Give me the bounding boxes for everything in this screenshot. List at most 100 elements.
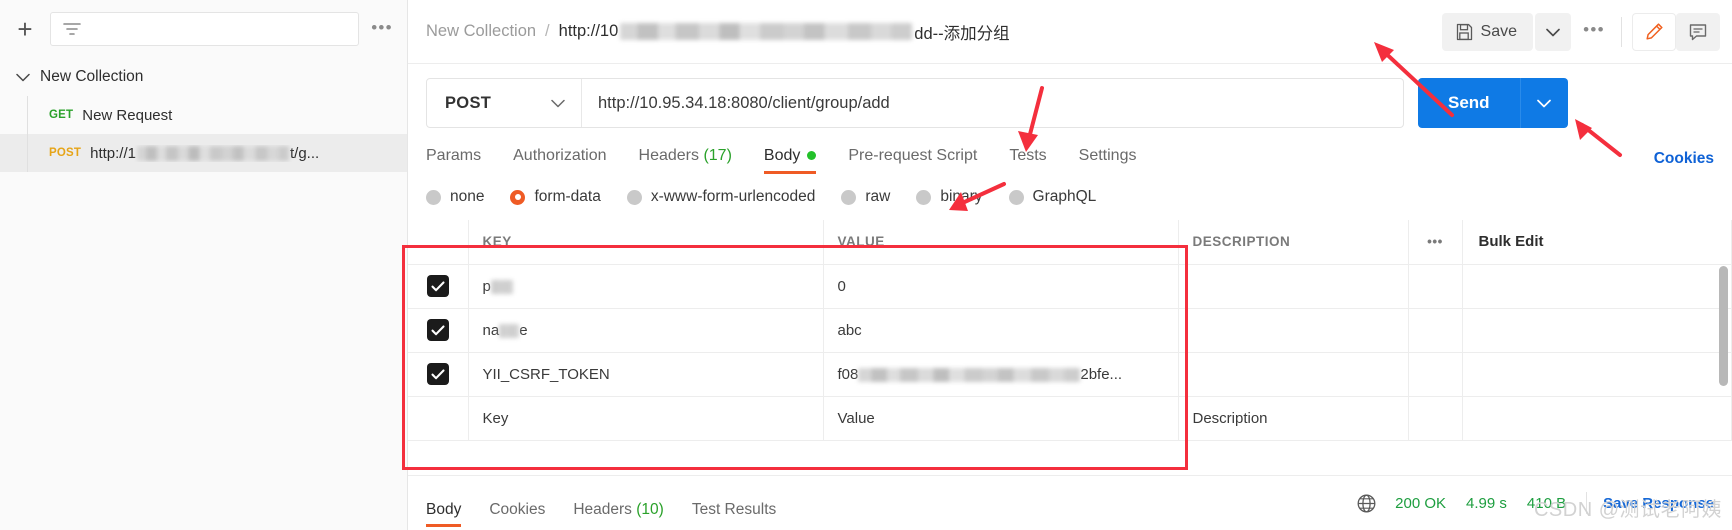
checkbox-checked-icon[interactable]: [426, 275, 449, 297]
row-value-cell[interactable]: f08 2bfe...: [823, 352, 1179, 397]
sidebar-request-label: http://1 t/g...: [90, 144, 320, 162]
chevron-down-icon: [551, 99, 565, 107]
row-options-cell: [1408, 308, 1463, 353]
row-spacer-cell: [1462, 352, 1732, 397]
save-button-label: Save: [1480, 23, 1517, 40]
tab-authorization[interactable]: Authorization: [497, 147, 622, 174]
row-spacer-cell: [1462, 264, 1732, 309]
cookies-link[interactable]: Cookies: [1654, 150, 1714, 168]
radio-form-data[interactable]: form-data: [510, 188, 601, 206]
main-panel: New Collection / http://10dd--添加分组 Save: [402, 0, 1732, 530]
save-button[interactable]: Save: [1441, 13, 1533, 51]
radio-x-www-form-urlencoded[interactable]: x-www-form-urlencoded: [626, 188, 815, 206]
breadcrumb-current: http://10 dd--添加分组: [558, 22, 1010, 43]
th-checkbox: [408, 220, 469, 265]
header-more-button[interactable]: •••: [1571, 20, 1617, 45]
th-key: KEY: [468, 220, 824, 265]
sidebar-collection-new-collection[interactable]: New Collection: [0, 58, 407, 96]
radio-icon: [916, 189, 932, 205]
table-row-placeholder: Key Value Description: [408, 396, 1732, 441]
row-key-cell[interactable]: YII_CSRF_TOKEN: [468, 352, 824, 397]
row-key-cell[interactable]: na e: [468, 308, 824, 353]
edit-button[interactable]: [1632, 13, 1676, 51]
tab-body[interactable]: Body: [748, 147, 832, 174]
radio-binary[interactable]: binary: [916, 188, 983, 206]
row-checkbox-cell: [408, 352, 469, 397]
save-group: Save: [1441, 13, 1571, 51]
tab-pre-request-script[interactable]: Pre-request Script: [832, 147, 993, 174]
response-size: 410 B: [1526, 494, 1567, 512]
add-new-button[interactable]: +: [8, 12, 42, 46]
checkbox-checked-icon[interactable]: [426, 363, 449, 385]
breadcrumb-collection[interactable]: New Collection: [426, 22, 536, 41]
radio-icon: [841, 189, 857, 205]
response-headers-count: (10): [636, 500, 664, 518]
comment-icon: [1689, 24, 1707, 41]
tab-params[interactable]: Params: [426, 147, 497, 174]
radio-label: binary: [940, 188, 983, 205]
comment-button[interactable]: [1676, 13, 1720, 51]
response-tab-test-results[interactable]: Test Results: [678, 501, 790, 530]
tab-settings[interactable]: Settings: [1063, 147, 1153, 174]
new-value-input[interactable]: Value: [823, 396, 1179, 441]
save-response-button[interactable]: Save Response: [1603, 495, 1714, 512]
row-checkbox-cell[interactable]: [408, 396, 469, 441]
table-options-button[interactable]: •••: [1408, 220, 1463, 265]
bulk-edit-button[interactable]: Bulk Edit: [1462, 220, 1732, 265]
http-method-select[interactable]: POST: [427, 79, 582, 127]
form-data-table: KEY VALUE DESCRIPTION ••• Bulk Edit p 0 …: [408, 220, 1732, 441]
globe-icon: [1356, 493, 1377, 514]
radio-label: form-data: [534, 188, 601, 205]
method-badge-get: GET: [49, 109, 74, 121]
header-actions: Save •••: [1441, 0, 1720, 64]
response-bar: Body Cookies Headers (10) Test Results 2…: [408, 475, 1732, 530]
radio-none[interactable]: none: [426, 188, 484, 206]
radio-icon: [626, 189, 642, 205]
save-options-button[interactable]: [1535, 13, 1571, 51]
radio-label: raw: [865, 188, 891, 205]
breadcrumb: New Collection / http://10 dd--添加分组: [426, 20, 1010, 44]
row-description-cell[interactable]: [1178, 264, 1409, 309]
tab-headers[interactable]: Headers (17): [623, 147, 748, 174]
table-scrollbar[interactable]: [1719, 266, 1728, 386]
send-button[interactable]: Send: [1418, 78, 1520, 128]
radio-graphql[interactable]: GraphQL: [1008, 188, 1097, 206]
form-data-table-wrapper: KEY VALUE DESCRIPTION ••• Bulk Edit p 0 …: [408, 220, 1732, 441]
sidebar-item-new-request[interactable]: GET New Request: [0, 96, 407, 134]
radio-icon: [1008, 189, 1024, 205]
row-options-cell: [1408, 352, 1463, 397]
sidebar-item-post-request[interactable]: POST http://1 t/g...: [0, 134, 407, 172]
row-checkbox-cell: [408, 308, 469, 353]
body-type-radio-group: none form-data x-www-form-urlencoded raw…: [408, 174, 1732, 206]
pencil-icon: [1646, 23, 1663, 40]
chevron-down-icon: [14, 68, 32, 86]
radio-icon-selected: [510, 189, 526, 205]
response-time: 4.99 s: [1466, 494, 1507, 512]
sidebar-filter-input[interactable]: [50, 12, 359, 46]
response-tab-cookies[interactable]: Cookies: [475, 501, 559, 530]
radio-label: GraphQL: [1032, 188, 1097, 205]
checkbox-checked-icon[interactable]: [426, 319, 449, 341]
new-description-input[interactable]: Description: [1178, 396, 1409, 441]
new-key-input[interactable]: Key: [468, 396, 824, 441]
row-value-cell[interactable]: 0: [823, 264, 1179, 309]
row-description-cell[interactable]: [1178, 308, 1409, 353]
radio-label: none: [450, 188, 485, 205]
response-tab-body[interactable]: Body: [426, 501, 475, 530]
sidebar-toolbar: + •••: [0, 0, 407, 58]
url-input[interactable]: http://10.95.34.18:8080/client/group/add: [582, 79, 1403, 127]
sidebar-more-button[interactable]: •••: [367, 19, 397, 40]
http-method-value: POST: [445, 93, 492, 112]
row-spacer-cell: [1462, 396, 1732, 441]
table-header-row: KEY VALUE DESCRIPTION ••• Bulk Edit: [408, 220, 1732, 265]
postman-window: + ••• New Collection GET New Request POS…: [0, 0, 1732, 530]
row-description-cell[interactable]: [1178, 352, 1409, 397]
tab-tests[interactable]: Tests: [993, 147, 1062, 174]
send-options-button[interactable]: [1519, 78, 1568, 128]
response-tab-headers[interactable]: Headers (10): [559, 501, 677, 530]
row-value-cell[interactable]: abc: [823, 308, 1179, 353]
row-key-cell[interactable]: p: [468, 264, 824, 309]
tree-indent-line: [27, 134, 28, 172]
row-options-cell: [1408, 264, 1463, 309]
radio-raw[interactable]: raw: [841, 188, 890, 206]
